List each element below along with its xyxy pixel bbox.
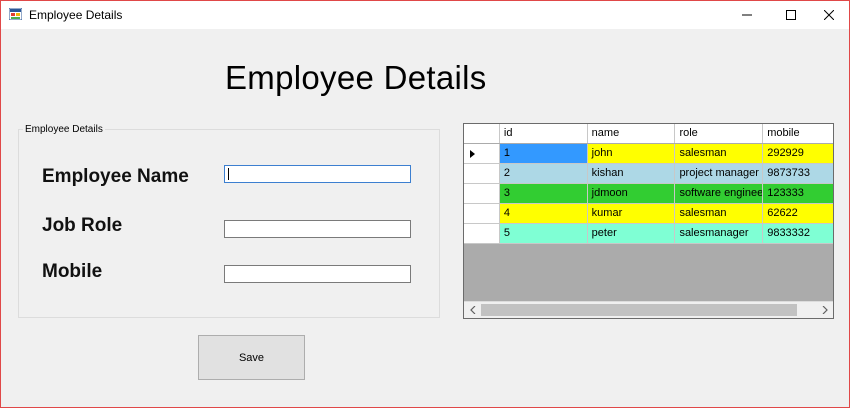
table-row[interactable]: 1 john salesman 292929 [464,144,833,164]
grid-cell-id[interactable]: 5 [499,224,588,243]
table-row[interactable]: 2 kishan project manager 9873733 [464,164,833,184]
row-header[interactable] [464,224,500,243]
mobile-input[interactable] [224,265,411,283]
header-corner[interactable] [464,124,500,143]
row-header[interactable] [464,184,500,203]
window-title: Employee Details [29,8,123,22]
table-row[interactable]: 5 peter salesmanager 9833332 [464,224,833,244]
text-caret [228,168,229,180]
grid-cell-id[interactable]: 3 [499,184,588,203]
grid-cell-role[interactable]: software engineer [675,184,764,203]
group-legend: Employee Details [23,124,105,135]
grid-cell-name[interactable]: john [587,144,676,163]
scroll-thumb[interactable] [481,304,797,316]
grid-cell-role[interactable]: salesman [675,204,764,223]
grid-body: 1 john salesman 292929 2 kishan project manage… [464,144,833,244]
employee-name-input[interactable] [224,165,411,183]
employee-data-grid[interactable]: id name role mobile 1 john salesman 292929 2… [463,123,834,319]
app-form-icon [9,8,22,20]
maximize-icon [786,10,796,20]
page-title: Employee Details [225,59,487,96]
grid-cell-role[interactable]: salesmanager [675,224,764,243]
grid-cell-mobile[interactable]: 9873733 [763,164,833,183]
chevron-left-icon [469,306,475,314]
mobile-label: Mobile [42,261,103,282]
grid-cell-mobile[interactable]: 62622 [763,204,833,223]
employee-name-label: Employee Name [42,166,189,187]
save-button[interactable]: Save [198,335,305,380]
grid-cell-name[interactable]: kishan [587,164,676,183]
table-row[interactable]: 3 jdmoon software engineer 123333 [464,184,833,204]
row-header[interactable] [464,204,500,223]
grid-cell-mobile[interactable]: 9833332 [763,224,833,243]
chevron-right-icon [822,306,828,314]
close-button[interactable] [807,1,850,29]
title-bar[interactable]: Employee Details [1,1,849,29]
job-role-label: Job Role [42,215,123,236]
minimize-button[interactable] [725,1,769,29]
column-header-mobile[interactable]: mobile [763,124,833,143]
horizontal-scrollbar[interactable] [464,301,833,318]
grid-cell-id[interactable]: 4 [499,204,588,223]
row-header[interactable] [464,164,500,183]
grid-cell-role[interactable]: salesman [675,144,764,163]
current-row-arrow-icon [470,150,475,158]
grid-cell-mobile[interactable]: 123333 [763,184,833,203]
grid-cell-id[interactable]: 2 [499,164,588,183]
grid-cell-role[interactable]: project manager [675,164,764,183]
grid-cell-name[interactable]: kumar [587,204,676,223]
scroll-left-button[interactable] [464,302,481,318]
scroll-right-button[interactable] [816,302,833,318]
column-header-id[interactable]: id [499,124,588,143]
column-header-name[interactable]: name [587,124,676,143]
grid-cell-mobile[interactable]: 292929 [763,144,833,163]
close-icon [824,10,834,20]
grid-cell-name[interactable]: peter [587,224,676,243]
column-header-role[interactable]: role [675,124,764,143]
grid-cell-id[interactable]: 1 [499,144,588,163]
job-role-input[interactable] [224,220,411,238]
row-header[interactable] [464,144,500,163]
grid-header: id name role mobile [464,124,833,143]
table-row[interactable]: 4 kumar salesman 62622 [464,204,833,224]
app-window: Employee Details Employee Details Employ… [0,0,850,408]
grid-cell-name[interactable]: jdmoon [587,184,676,203]
minimize-icon [742,14,752,16]
